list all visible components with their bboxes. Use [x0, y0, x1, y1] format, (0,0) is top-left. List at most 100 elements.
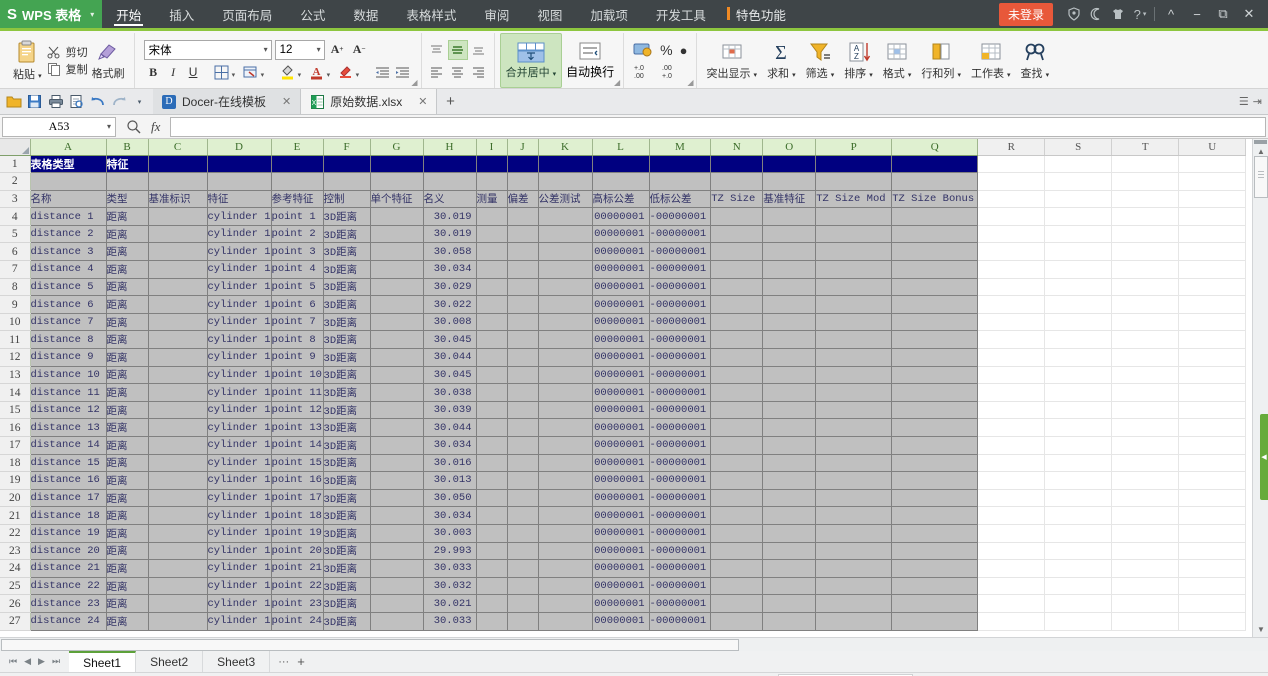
- cell-L23[interactable]: 00000001: [592, 542, 649, 560]
- column-header-E[interactable]: E: [271, 139, 323, 155]
- cell-L5[interactable]: 00000001: [592, 225, 649, 243]
- cell-H22[interactable]: 30.003: [423, 524, 476, 542]
- print-preview-icon[interactable]: [67, 92, 86, 111]
- cell-E21[interactable]: point 18: [271, 507, 323, 525]
- cell-D17[interactable]: cylinder 1: [207, 437, 271, 455]
- close-button[interactable]: ✕: [1236, 0, 1262, 28]
- cell-O11[interactable]: [763, 331, 816, 349]
- cell-I27[interactable]: [476, 612, 507, 630]
- cell-P7[interactable]: [816, 261, 892, 279]
- row-header-17[interactable]: 17: [0, 437, 30, 455]
- cell-R20[interactable]: [978, 489, 1045, 507]
- cell-I4[interactable]: [476, 208, 507, 226]
- alignment-dialog-launcher[interactable]: ◢: [614, 78, 620, 87]
- cell-M26[interactable]: -00000001: [649, 595, 711, 613]
- cell-F24[interactable]: 3D距离: [323, 560, 370, 578]
- cell-A9[interactable]: distance 6: [30, 296, 106, 314]
- cell-I10[interactable]: [476, 313, 507, 331]
- cell-E3[interactable]: 参考特征: [271, 190, 323, 208]
- cell-S24[interactable]: [1045, 560, 1112, 578]
- undo-icon[interactable]: [88, 92, 107, 111]
- cell-C21[interactable]: [148, 507, 207, 525]
- cell-C12[interactable]: [148, 349, 207, 367]
- cell-Q26[interactable]: [892, 595, 978, 613]
- cell-A12[interactable]: distance 9: [30, 349, 106, 367]
- cell-I2[interactable]: [476, 173, 507, 191]
- cell-S2[interactable]: [1045, 173, 1112, 191]
- cell-B7[interactable]: 距离: [106, 261, 148, 279]
- shirt-icon[interactable]: [1107, 0, 1129, 28]
- cell-Q14[interactable]: [892, 384, 978, 402]
- cell-S16[interactable]: [1045, 419, 1112, 437]
- cell-I11[interactable]: [476, 331, 507, 349]
- cell-G25[interactable]: [370, 577, 423, 595]
- cell-C17[interactable]: [148, 437, 207, 455]
- borders-icon[interactable]: [212, 63, 231, 82]
- sheet-tab-sheet2[interactable]: Sheet2: [136, 651, 203, 672]
- align-bottom-icon[interactable]: [469, 40, 489, 60]
- cell-B10[interactable]: 距离: [106, 313, 148, 331]
- cell-L13[interactable]: 00000001: [592, 366, 649, 384]
- cell-A19[interactable]: distance 16: [30, 472, 106, 490]
- row-header-6[interactable]: 6: [0, 243, 30, 261]
- cell-D21[interactable]: cylinder 1: [207, 507, 271, 525]
- cell-U19[interactable]: [1179, 472, 1246, 490]
- row-header-10[interactable]: 10: [0, 313, 30, 331]
- find-button[interactable]: 查找 ▾: [1017, 33, 1054, 88]
- cell-D7[interactable]: cylinder 1: [207, 261, 271, 279]
- align-center-icon[interactable]: [448, 62, 468, 82]
- cell-L25[interactable]: 00000001: [592, 577, 649, 595]
- cell-H3[interactable]: 名义: [423, 190, 476, 208]
- cell-J26[interactable]: [507, 595, 538, 613]
- cell-D9[interactable]: cylinder 1: [207, 296, 271, 314]
- cell-K26[interactable]: [538, 595, 592, 613]
- cell-B12[interactable]: 距离: [106, 349, 148, 367]
- cell-N14[interactable]: [711, 384, 763, 402]
- vertical-scroll-thumb[interactable]: [1254, 156, 1268, 198]
- cell-G22[interactable]: [370, 524, 423, 542]
- shield-icon[interactable]: [1063, 0, 1085, 28]
- cell-F10[interactable]: 3D距离: [323, 313, 370, 331]
- column-header-N[interactable]: N: [711, 139, 763, 155]
- cell-N17[interactable]: [711, 437, 763, 455]
- cell-C18[interactable]: [148, 454, 207, 472]
- chevron-down-icon[interactable]: ▾: [356, 63, 364, 82]
- cell-Q1[interactable]: [892, 155, 978, 173]
- cell-Q12[interactable]: [892, 349, 978, 367]
- cell-N13[interactable]: [711, 366, 763, 384]
- cell-C9[interactable]: [148, 296, 207, 314]
- cell-K7[interactable]: [538, 261, 592, 279]
- cell-C15[interactable]: [148, 401, 207, 419]
- cell-A6[interactable]: distance 3: [30, 243, 106, 261]
- align-right-icon[interactable]: [469, 62, 489, 82]
- horizontal-scroll-thumb[interactable]: [1, 639, 739, 651]
- cell-A23[interactable]: distance 20: [30, 542, 106, 560]
- cell-Q24[interactable]: [892, 560, 978, 578]
- cell-F22[interactable]: 3D距离: [323, 524, 370, 542]
- cell-P3[interactable]: TZ Size Mod: [816, 190, 892, 208]
- cell-N15[interactable]: [711, 401, 763, 419]
- cell-N26[interactable]: [711, 595, 763, 613]
- cell-Q4[interactable]: [892, 208, 978, 226]
- cell-J6[interactable]: [507, 243, 538, 261]
- accounting-format-icon[interactable]: [633, 41, 653, 59]
- cell-M12[interactable]: -00000001: [649, 349, 711, 367]
- cell-E18[interactable]: point 15: [271, 454, 323, 472]
- cell-J7[interactable]: [507, 261, 538, 279]
- cell-E16[interactable]: point 13: [271, 419, 323, 437]
- cell-P10[interactable]: [816, 313, 892, 331]
- cell-T24[interactable]: [1112, 560, 1179, 578]
- cell-L26[interactable]: 00000001: [592, 595, 649, 613]
- cell-N7[interactable]: [711, 261, 763, 279]
- cell-G9[interactable]: [370, 296, 423, 314]
- cell-D4[interactable]: cylinder 1: [207, 208, 271, 226]
- cell-I16[interactable]: [476, 419, 507, 437]
- doc-tab-original-data[interactable]: X 原始数据.xlsx ✕: [301, 89, 437, 114]
- cell-D22[interactable]: cylinder 1: [207, 524, 271, 542]
- cell-T21[interactable]: [1112, 507, 1179, 525]
- cell-J5[interactable]: [507, 225, 538, 243]
- row-header-13[interactable]: 13: [0, 366, 30, 384]
- cell-G26[interactable]: [370, 595, 423, 613]
- row-header-25[interactable]: 25: [0, 577, 30, 595]
- cell-J10[interactable]: [507, 313, 538, 331]
